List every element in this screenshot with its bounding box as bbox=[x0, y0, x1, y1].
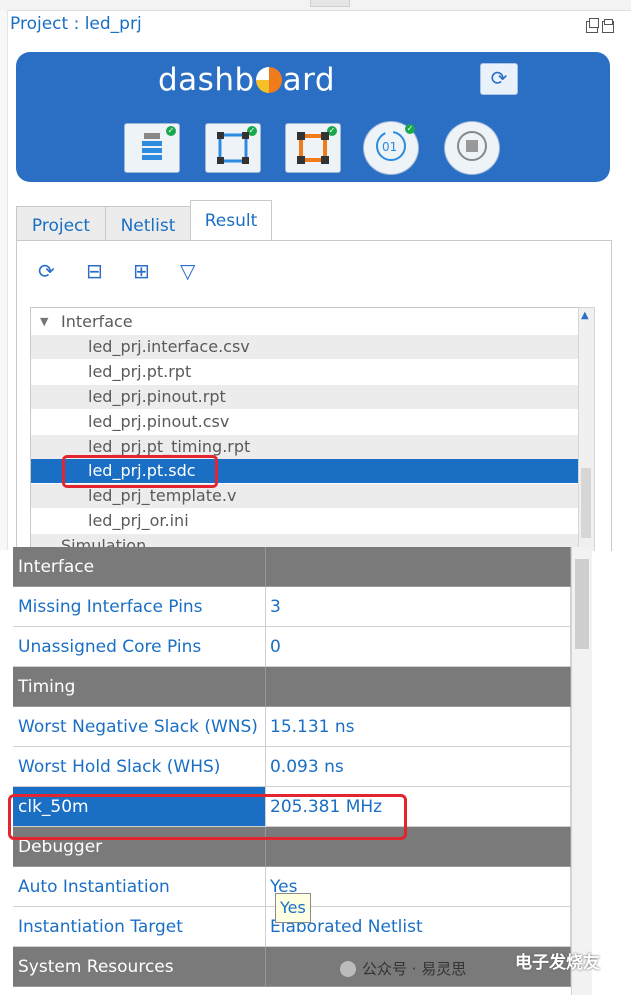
routing-button[interactable]: ✓ bbox=[285, 123, 341, 173]
synthesis-button[interactable]: ✓ bbox=[124, 123, 180, 173]
refresh-icon[interactable]: ⟳ bbox=[38, 259, 55, 283]
tab-project[interactable]: Project bbox=[16, 206, 106, 242]
expand-icon[interactable]: ⊞ bbox=[133, 259, 150, 283]
bitstream-button[interactable]: ✓ 01 bbox=[363, 121, 419, 175]
tab-result[interactable]: Result bbox=[190, 200, 272, 242]
left-edge bbox=[0, 10, 8, 550]
filter-icon[interactable]: ▽ bbox=[180, 259, 195, 283]
wechat-icon bbox=[340, 961, 356, 977]
highlight-box-clk bbox=[8, 794, 407, 840]
grid-section-header: System Resources bbox=[13, 947, 571, 987]
panel-grip[interactable] bbox=[310, 0, 350, 7]
scrollbar-thumb[interactable] bbox=[575, 559, 589, 649]
tooltip: Yes bbox=[275, 893, 311, 923]
tree-file[interactable]: led_prj.pinout.rpt bbox=[31, 385, 579, 409]
sync-icon[interactable]: ⟳ bbox=[480, 63, 518, 95]
scrollbar-thumb[interactable] bbox=[581, 468, 591, 538]
stop-icon bbox=[457, 131, 487, 161]
tree-file[interactable]: led_prj.interface.csv bbox=[31, 335, 579, 359]
caret-down-icon[interactable]: ▼ bbox=[40, 310, 48, 334]
bitstream-icon: 01 bbox=[376, 131, 406, 161]
svg-text:01: 01 bbox=[382, 140, 397, 154]
grid-row[interactable]: Missing Interface Pins 3 bbox=[13, 587, 571, 627]
brand-watermark: 电子发烧友 bbox=[515, 953, 600, 973]
dashboard-logo-icon bbox=[255, 67, 282, 93]
placement-icon bbox=[217, 132, 249, 164]
highlight-box-sdc bbox=[62, 455, 218, 488]
grid-row[interactable]: Worst Hold Slack (WHS) 0.093 ns bbox=[13, 747, 571, 787]
grid-row[interactable]: Worst Negative Slack (WNS) 15.131 ns bbox=[13, 707, 571, 747]
grid-section-header: Timing bbox=[13, 667, 571, 707]
window-buttons bbox=[586, 18, 618, 37]
tree-file[interactable]: led_prj_or.ini bbox=[31, 509, 579, 533]
stop-button[interactable] bbox=[444, 121, 500, 175]
routing-icon bbox=[297, 132, 329, 164]
project-title: Project : led_prj bbox=[10, 14, 142, 34]
tab-netlist[interactable]: Netlist bbox=[105, 206, 191, 242]
tree-file[interactable]: led_prj.pinout.csv bbox=[31, 410, 579, 434]
tree-group-interface[interactable]: ▼ Interface bbox=[31, 310, 579, 334]
synthesis-icon bbox=[142, 133, 162, 160]
grid-scrollbar[interactable] bbox=[571, 547, 592, 995]
grid-section-header: Interface bbox=[13, 547, 571, 587]
maximize-icon[interactable] bbox=[602, 19, 614, 33]
grid-row[interactable]: Unassigned Core Pins 0 bbox=[13, 627, 571, 667]
tree-scrollbar[interactable]: ▲ bbox=[578, 307, 595, 551]
result-tree: ▼ Interface led_prj.interface.csv led_prj… bbox=[30, 307, 580, 551]
dashboard-logo: dashb ard bbox=[158, 62, 336, 98]
placement-button[interactable]: ✓ bbox=[205, 123, 261, 173]
collapse-icon[interactable]: ⊟ bbox=[86, 259, 103, 283]
tree-file[interactable]: led_prj.pt.rpt bbox=[31, 360, 579, 384]
top-strip bbox=[0, 0, 631, 11]
scroll-up-icon[interactable]: ▲ bbox=[581, 310, 589, 321]
dashboard-panel: dashb ard ⟳ ✓ ✓ ✓ ✓ 01 bbox=[16, 52, 610, 182]
watermark: 公众号 · 易灵思 bbox=[340, 958, 466, 979]
restore-icon[interactable] bbox=[586, 18, 599, 33]
